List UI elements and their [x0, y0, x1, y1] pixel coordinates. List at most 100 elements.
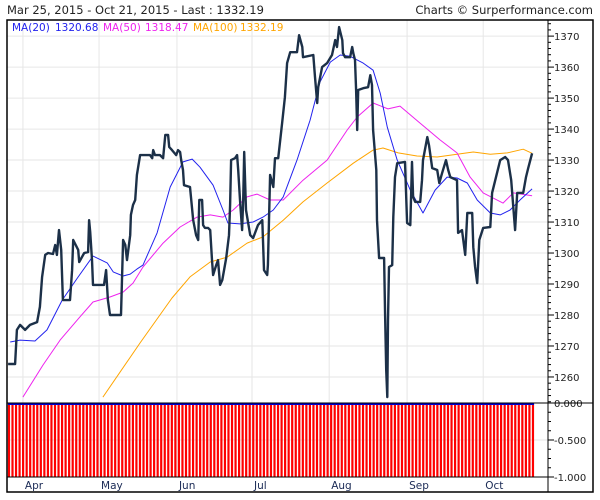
indicator-bar: [425, 403, 428, 477]
indicator-bar: [337, 403, 340, 477]
indicator-bar: [89, 403, 92, 477]
indicator-bar: [446, 403, 450, 477]
indicator-bar: [344, 403, 347, 477]
indicator-bar: [383, 403, 386, 477]
indicator-bar: [496, 403, 499, 477]
indicator-bar: [230, 403, 234, 477]
indicator-bar: [43, 403, 46, 477]
indicator-bar: [68, 403, 71, 477]
indicator-bar: [128, 403, 131, 477]
indicator-bar: [312, 403, 315, 477]
indicator-bar: [25, 403, 28, 477]
month-label: Jun: [178, 480, 195, 492]
indicator-bar: [273, 403, 276, 477]
indicator-bar: [397, 403, 400, 477]
legend-ma20-label: MA(20): [12, 22, 50, 34]
indicator-bar: [298, 403, 301, 477]
indicator-bar: [53, 403, 57, 477]
indicator-bar: [492, 403, 496, 477]
indicator-bar: [145, 403, 149, 477]
month-label: Oct: [485, 480, 503, 492]
indicator-bar: [156, 403, 159, 477]
legend-ma100-value: 1332.19: [240, 22, 283, 34]
indicator-bars: [7, 403, 535, 477]
indicator-bar: [184, 403, 188, 477]
stock-chart: Mar 25, 2015 - Oct 21, 2015 - Last : 133…: [6, 3, 594, 493]
indicator-bar: [322, 403, 326, 477]
month-label: Apr: [25, 480, 44, 492]
indicator-bar: [330, 403, 333, 477]
indicator-bar: [340, 403, 343, 477]
indicator-bar: [315, 403, 319, 477]
indicator-bar: [351, 403, 354, 477]
indicator-bar: [422, 403, 425, 477]
indicator-bar: [418, 403, 421, 477]
indicator-bar: [22, 403, 25, 477]
indicator-bar: [301, 403, 304, 477]
indicator-bar: [485, 403, 489, 477]
indicator-bar: [188, 403, 191, 477]
indicator-bar: [29, 403, 32, 477]
indicator-bar: [18, 403, 21, 477]
indicator-bar: [7, 403, 11, 477]
indicator-bar: [255, 403, 258, 477]
y-tick-label: 1370: [554, 32, 579, 43]
indicator-bar: [284, 403, 287, 477]
y-tick-label: 1260: [554, 373, 579, 384]
indicator-bar: [376, 403, 379, 477]
indicator-bar: [266, 403, 269, 477]
y-tick-label: 1300: [554, 249, 579, 260]
indicator-bar: [36, 403, 39, 477]
indicator-bar: [432, 403, 435, 477]
indicator-bar: [468, 403, 471, 477]
indicator-bar: [411, 403, 414, 477]
indicator-bar: [85, 403, 88, 477]
indicator-bar: [223, 403, 227, 477]
legend-ma20-value: 1320.68: [55, 22, 98, 34]
indicator-bar: [60, 403, 64, 477]
indicator-bar: [471, 403, 474, 477]
indicator-bar: [177, 403, 181, 477]
indicator-bar: [393, 403, 396, 477]
indicator-bar: [170, 403, 173, 477]
indicator-bar: [237, 403, 241, 477]
indicator-bar: [202, 403, 205, 477]
chart-range-title: Mar 25, 2015 - Oct 21, 2015 - Last : 133…: [7, 3, 264, 17]
y-axis: 1260 1270 1280 1290 1300 1310 1320 1330 1340 1350…: [548, 23, 586, 484]
indicator-bar: [82, 403, 85, 477]
indicator-bar: [524, 403, 527, 477]
indicator-bar: [167, 403, 170, 477]
indicator-bar: [287, 403, 290, 477]
indicator-bar: [50, 403, 53, 477]
indicator-bar: [517, 403, 520, 477]
indicator-bar: [503, 403, 506, 477]
indicator-bar: [347, 403, 350, 477]
month-label: Aug: [331, 480, 352, 492]
indicator-bar: [482, 403, 485, 477]
indicator-bar: [369, 403, 372, 477]
indicator-bar: [195, 403, 198, 477]
indicator-bar: [404, 403, 407, 477]
indicator-bar: [103, 403, 106, 477]
indicator-bar: [514, 403, 517, 477]
indicator-bar: [135, 403, 138, 477]
y-tick-label: 1270: [554, 342, 579, 353]
indicator-bar: [319, 403, 322, 477]
indicator-bar: [262, 403, 265, 477]
indicator-bar: [372, 403, 375, 477]
indicator-bar: [209, 403, 212, 477]
indicator-bar: [400, 403, 404, 477]
indicator-bar: [305, 403, 308, 477]
indicator-bar: [92, 403, 96, 477]
indicator-bar: [71, 403, 74, 477]
indicator-bar: [361, 403, 365, 477]
indicator-bar: [64, 403, 67, 477]
indicator-bar: [457, 403, 460, 477]
indicator-bar: [453, 403, 457, 477]
indicator-bar: [294, 403, 297, 477]
indicator-bar: [163, 403, 166, 477]
series-lines: [8, 25, 534, 399]
indicator-bar: [181, 403, 184, 477]
indicator-bar: [216, 403, 219, 477]
y-tick-label: 1310: [554, 218, 579, 229]
